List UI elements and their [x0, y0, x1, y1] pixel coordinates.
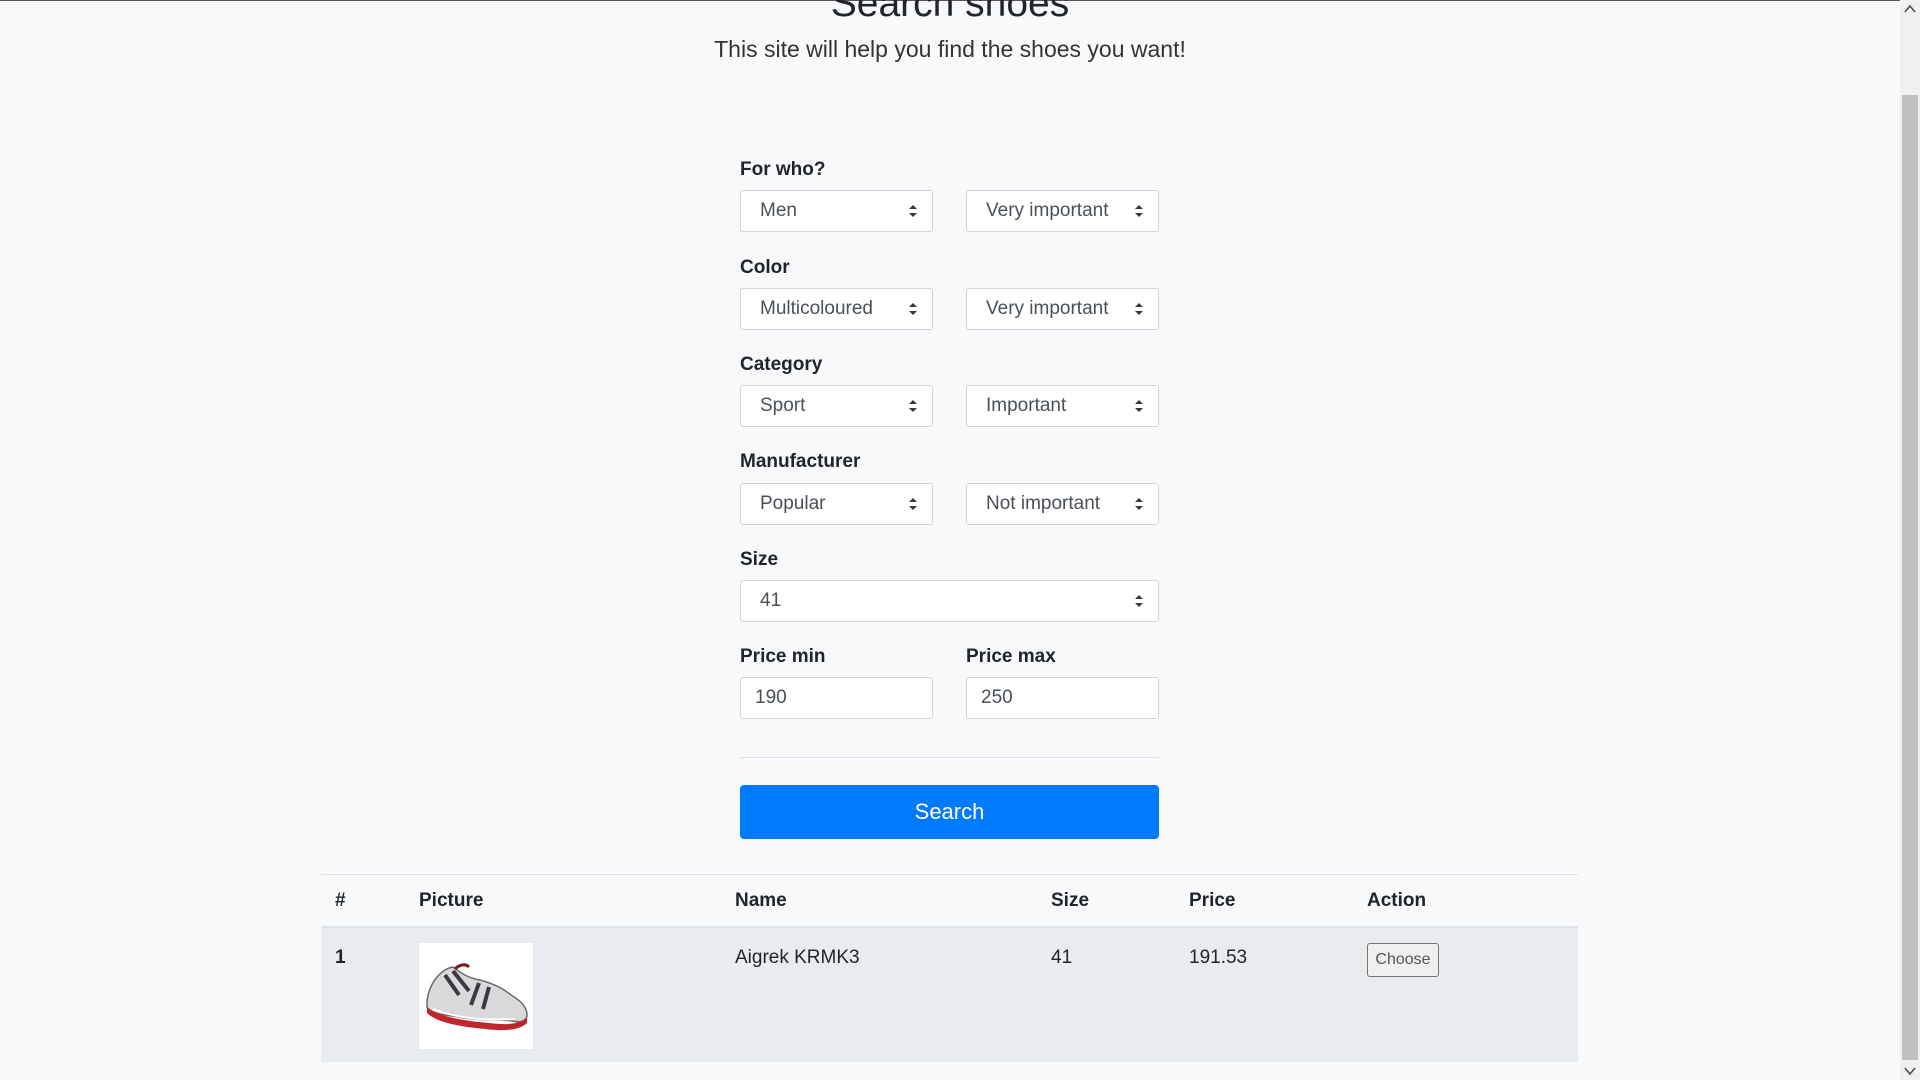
- row-price: 191.53: [1189, 947, 1248, 968]
- for-who-importance-value: Very important: [986, 200, 1109, 221]
- size-value: 41: [760, 590, 782, 611]
- for-who-label: For who?: [740, 159, 826, 180]
- form-divider: [740, 757, 1159, 758]
- select-arrows-icon: [1135, 303, 1143, 315]
- manufacturer-value: Popular: [760, 493, 826, 514]
- select-arrows-icon: [909, 400, 917, 412]
- size-select[interactable]: 41: [740, 580, 1159, 622]
- column-header-price: Price: [1189, 890, 1236, 911]
- category-value: Sport: [760, 395, 806, 416]
- price-min-input[interactable]: 190: [740, 677, 933, 719]
- row-size: 41: [1051, 947, 1073, 968]
- category-select[interactable]: Sport: [740, 385, 933, 427]
- select-arrows-icon: [1135, 498, 1143, 510]
- select-arrows-icon: [1135, 595, 1143, 607]
- shoe-icon: [426, 963, 528, 1031]
- column-header-name: Name: [735, 890, 787, 911]
- page-subtitle: This site will help you find the shoes y…: [714, 36, 1186, 62]
- row-name: Aigrek KRMK3: [735, 947, 860, 968]
- manufacturer-label: Manufacturer: [740, 451, 861, 472]
- manufacturer-importance-value: Not important: [986, 493, 1101, 514]
- for-who-value: Men: [760, 200, 797, 221]
- page: Search shoes This site will help you fin…: [0, 0, 1920, 1080]
- select-arrows-icon: [1135, 400, 1143, 412]
- price-min-label: Price min: [740, 646, 826, 667]
- row-index: 1: [335, 947, 346, 968]
- for-who-select[interactable]: Men: [740, 190, 933, 232]
- category-importance-value: Important: [986, 395, 1067, 416]
- category-importance-select[interactable]: Important: [966, 385, 1159, 427]
- vertical-scrollbar[interactable]: [1900, 0, 1920, 1080]
- color-importance-select[interactable]: Very important: [966, 288, 1159, 330]
- category-label: Category: [740, 354, 823, 375]
- color-select[interactable]: Multicoloured: [740, 288, 933, 330]
- select-arrows-icon: [1135, 205, 1143, 217]
- select-arrows-icon: [909, 205, 917, 217]
- column-header-size: Size: [1051, 890, 1090, 911]
- for-who-importance-select[interactable]: Very important: [966, 190, 1159, 232]
- manufacturer-importance-select[interactable]: Not important: [966, 483, 1159, 525]
- select-arrows-icon: [909, 303, 917, 315]
- color-value: Multicoloured: [760, 298, 873, 319]
- column-header-action: Action: [1367, 890, 1427, 911]
- column-header-picture: Picture: [419, 890, 484, 911]
- color-label: Color: [740, 257, 790, 278]
- table-header: # Picture Name Size Price Action: [321, 874, 1578, 928]
- scroll-down-icon[interactable]: [1904, 1066, 1916, 1076]
- price-max-input[interactable]: 250: [966, 677, 1159, 719]
- search-button[interactable]: Search: [740, 785, 1159, 839]
- size-label: Size: [740, 549, 779, 570]
- price-max-label: Price max: [966, 646, 1056, 667]
- select-arrows-icon: [909, 498, 917, 510]
- manufacturer-select[interactable]: Popular: [740, 483, 933, 525]
- choose-button[interactable]: Choose: [1367, 943, 1439, 977]
- table-row: 1 Aigrek KRMK3 41 191.53 Choose: [321, 928, 1578, 1062]
- color-importance-value: Very important: [986, 298, 1109, 319]
- scroll-up-icon[interactable]: [1904, 4, 1916, 14]
- page-title: Search shoes: [830, 0, 1070, 25]
- scrollbar-thumb[interactable]: [1902, 95, 1918, 1060]
- column-header-index: #: [335, 890, 346, 911]
- shoe-image: [419, 943, 533, 1049]
